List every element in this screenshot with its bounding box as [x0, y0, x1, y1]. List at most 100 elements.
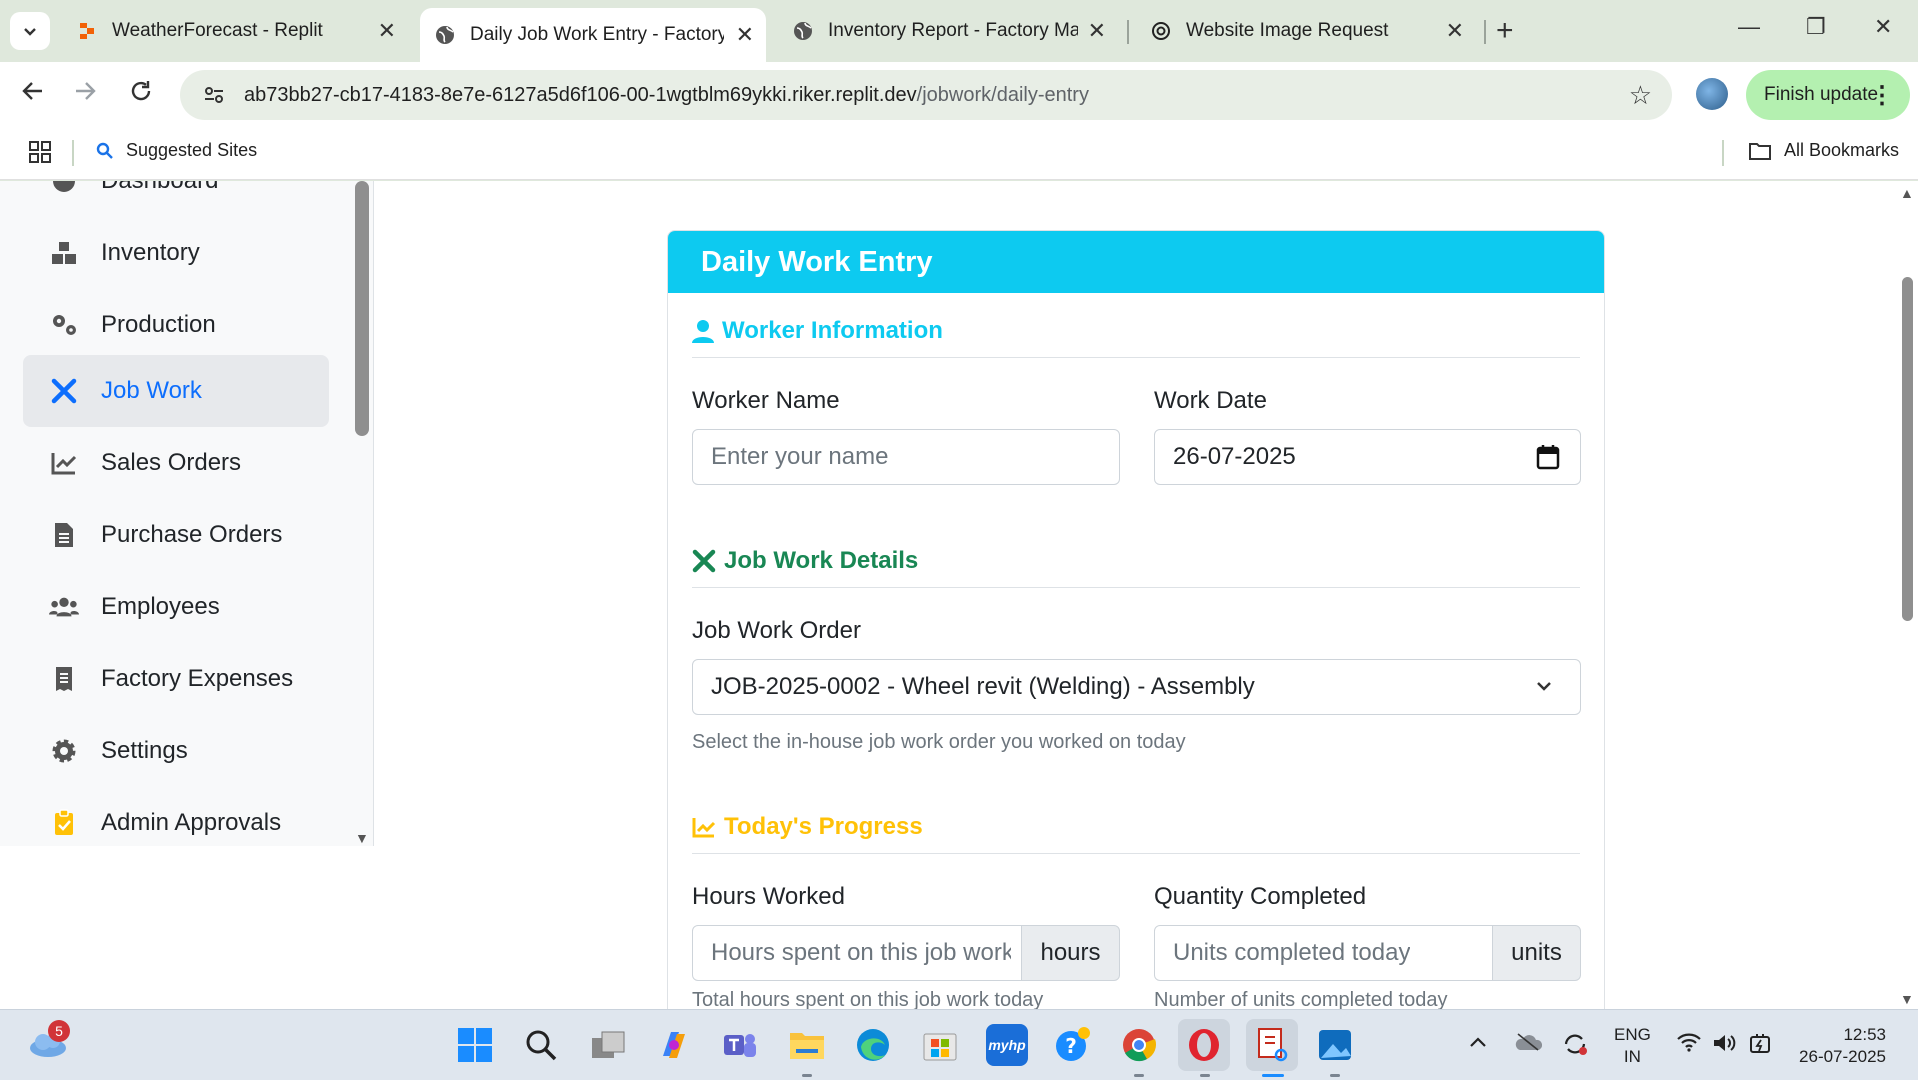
- sidebar-item-employees[interactable]: Employees: [23, 571, 329, 643]
- windows-taskbar: 5 myhp ? ENG IN 12:53 26-07-2025: [0, 1009, 1918, 1080]
- site-info-icon[interactable]: [200, 81, 228, 109]
- sidebar-item-sales-orders[interactable]: Sales Orders: [23, 427, 329, 499]
- scroll-up-arrow-icon[interactable]: ▲: [1900, 185, 1914, 201]
- reload-icon[interactable]: [128, 78, 154, 111]
- hours-unit-addon: hours: [1021, 925, 1120, 981]
- sidebar-scrollbar-thumb[interactable]: [355, 181, 369, 436]
- chevron-up-icon[interactable]: [1468, 1032, 1488, 1055]
- bookmark-star-icon[interactable]: ☆: [1629, 80, 1652, 111]
- gear-icon: [49, 736, 79, 766]
- sidebar-item-job-work[interactable]: Job Work: [23, 355, 329, 427]
- minimize-icon[interactable]: —: [1738, 14, 1760, 40]
- edge-icon[interactable]: [852, 1024, 894, 1066]
- battery-icon[interactable]: [1748, 1032, 1774, 1062]
- photos-icon[interactable]: [1314, 1024, 1356, 1066]
- address-bar[interactable]: ab73bb27-cb17-4183-8e7e-6127a5d6f106-00-…: [180, 70, 1672, 120]
- gears-icon: [49, 310, 79, 340]
- close-window-icon[interactable]: ✕: [1874, 14, 1892, 40]
- svg-text:?: ?: [1065, 1034, 1077, 1058]
- tab-weatherforecast[interactable]: WeatherForecast - Replit ✕: [62, 8, 408, 54]
- scroll-down-arrow-icon[interactable]: ▼: [355, 830, 369, 846]
- sidebar-item-dashboard[interactable]: Dashboard: [23, 181, 329, 217]
- bookmark-separator: [1722, 140, 1724, 166]
- volume-icon[interactable]: [1712, 1032, 1738, 1060]
- sidebar-item-label: Production: [101, 311, 216, 338]
- wifi-icon[interactable]: [1676, 1032, 1702, 1058]
- help-icon[interactable]: ?: [1052, 1024, 1094, 1066]
- units-addon: units: [1492, 925, 1581, 981]
- apps-grid-icon[interactable]: [28, 140, 52, 169]
- all-bookmarks-button[interactable]: All Bookmarks: [1748, 140, 1899, 161]
- task-view-icon[interactable]: [587, 1024, 629, 1066]
- page-viewport: Dashboard Inventory Production Job Work …: [0, 181, 1918, 1009]
- tab-website-image-request[interactable]: Website Image Request ✕: [1136, 8, 1476, 54]
- quantity-completed-label: Quantity Completed: [1154, 883, 1367, 910]
- section-title-text: Job Work Details: [724, 547, 919, 574]
- section-divider: [692, 357, 1580, 358]
- back-icon[interactable]: [20, 78, 46, 111]
- job-work-order-select[interactable]: JOB-2025-0002 - Wheel revit (Welding) - …: [692, 659, 1581, 715]
- tab-search-button[interactable]: [10, 12, 50, 50]
- onedrive-icon[interactable]: [1514, 1032, 1543, 1058]
- tab-inventory-report[interactable]: Inventory Report - Factory Management ✕: [778, 8, 1118, 54]
- tab-daily-job-work-entry[interactable]: Daily Job Work Entry - Factory Managemen…: [420, 8, 766, 62]
- sidebar-item-label: Job Work: [101, 377, 202, 404]
- quantity-completed-help: Number of units completed today: [1154, 989, 1448, 1009]
- work-date-input[interactable]: 26-07-2025: [1154, 429, 1581, 485]
- job-work-order-label: Job Work Order: [692, 617, 861, 644]
- copilot-icon[interactable]: [653, 1024, 695, 1066]
- restore-icon[interactable]: ❐: [1806, 14, 1826, 40]
- sidebar-item-admin-approvals[interactable]: Admin Approvals: [23, 787, 329, 846]
- sync-icon[interactable]: [1562, 1032, 1588, 1062]
- tab-title: Inventory Report - Factory Management: [828, 20, 1078, 41]
- hours-worked-input[interactable]: Hours spent on this job work: [692, 925, 1022, 981]
- profile-avatar[interactable]: [1696, 78, 1728, 110]
- close-tab-icon[interactable]: ✕: [1446, 18, 1464, 44]
- close-tab-icon[interactable]: ✕: [1088, 18, 1106, 44]
- snipping-tool-icon[interactable]: [1246, 1019, 1298, 1071]
- search-icon[interactable]: [520, 1024, 562, 1066]
- sidebar-item-label: Factory Expenses: [101, 665, 294, 692]
- system-clock[interactable]: 12:53 26-07-2025: [1796, 1024, 1886, 1068]
- sidebar-item-inventory[interactable]: Inventory: [23, 217, 329, 289]
- suggested-sites-bookmark[interactable]: Suggested Sites: [96, 140, 257, 161]
- myhp-icon[interactable]: myhp: [986, 1024, 1028, 1066]
- finish-update-button[interactable]: Finish update ⋮: [1746, 70, 1910, 120]
- language-indicator[interactable]: ENG IN: [1614, 1024, 1651, 1068]
- file-explorer-icon[interactable]: [786, 1024, 828, 1066]
- todays-progress-heading: Today's Progress: [692, 813, 923, 841]
- page-scrollbar[interactable]: ▲ ▼: [1896, 181, 1918, 1009]
- scroll-down-arrow-icon[interactable]: ▼: [1900, 991, 1914, 1007]
- opera-icon[interactable]: [1178, 1019, 1230, 1071]
- tab-title: WeatherForecast - Replit: [112, 20, 323, 41]
- quantity-completed-placeholder: Units completed today: [1173, 939, 1411, 966]
- sidebar-item-label: Settings: [101, 737, 188, 764]
- sidebar-item-factory-expenses[interactable]: Factory Expenses: [23, 643, 329, 715]
- teams-icon[interactable]: [719, 1024, 761, 1066]
- forward-icon[interactable]: [72, 78, 98, 111]
- quantity-completed-input[interactable]: Units completed today: [1154, 925, 1493, 981]
- sidebar-item-production[interactable]: Production: [23, 289, 329, 361]
- card-header: Daily Work Entry: [668, 231, 1604, 293]
- sidebar-item-settings[interactable]: Settings: [23, 715, 329, 787]
- globe-icon: [792, 20, 814, 42]
- chrome-icon[interactable]: [1118, 1024, 1160, 1066]
- running-indicator: [1200, 1074, 1210, 1077]
- all-bookmarks-label: All Bookmarks: [1784, 140, 1900, 160]
- worker-information-heading: Worker Information: [692, 317, 943, 345]
- sidebar-item-purchase-orders[interactable]: Purchase Orders: [23, 499, 329, 571]
- start-menu-icon[interactable]: [454, 1024, 496, 1066]
- calendar-icon[interactable]: [1536, 444, 1560, 477]
- tab-strip: WeatherForecast - Replit ✕ Daily Job Wor…: [0, 0, 1918, 62]
- openai-icon: [1150, 20, 1172, 42]
- weather-badge: 5: [48, 1020, 70, 1042]
- close-tab-icon[interactable]: ✕: [378, 18, 396, 44]
- running-indicator: [802, 1074, 812, 1077]
- boxes-icon: [49, 238, 79, 268]
- close-tab-icon[interactable]: ✕: [736, 22, 754, 48]
- new-tab-icon[interactable]: +: [1496, 14, 1514, 48]
- microsoft-store-icon[interactable]: [919, 1024, 961, 1066]
- worker-name-input[interactable]: Enter your name: [692, 429, 1120, 485]
- sidebar-scrollbar[interactable]: ▼: [355, 181, 369, 846]
- page-scrollbar-thumb[interactable]: [1902, 277, 1913, 621]
